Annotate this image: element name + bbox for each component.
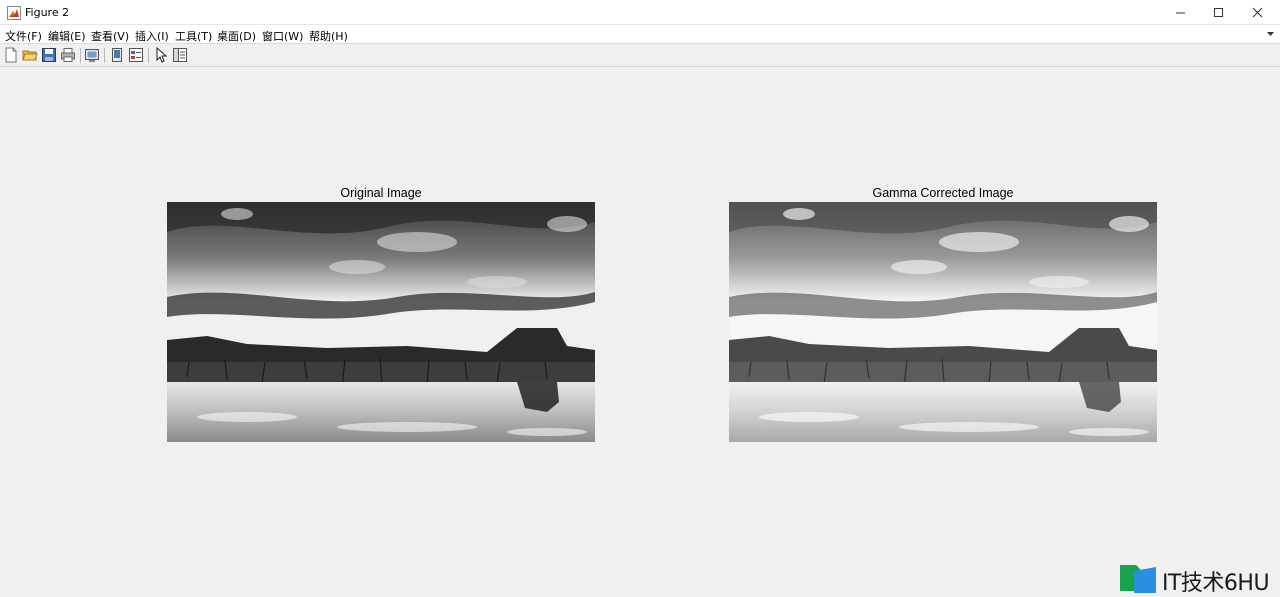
menu-insert[interactable]: 插入(I) [135, 28, 169, 44]
toolbar-separator [80, 48, 81, 63]
insert-legend-icon[interactable] [128, 47, 144, 63]
original-image [167, 202, 595, 442]
menu-file[interactable]: 文件(F) [5, 28, 42, 44]
toolbar-separator [104, 48, 105, 63]
menu-edit[interactable]: 编辑(E) [48, 28, 86, 44]
link-plot-icon[interactable] [109, 47, 125, 63]
toolbar-separator [148, 48, 149, 63]
menu-help[interactable]: 帮助(H) [309, 28, 348, 44]
new-figure-icon[interactable] [3, 47, 19, 63]
original-image-title: Original Image [340, 186, 422, 200]
edit-plot-arrow-icon[interactable] [153, 47, 169, 63]
menu-tools[interactable]: 工具(T) [175, 28, 212, 44]
print-icon[interactable] [60, 47, 76, 63]
maximize-icon [1214, 8, 1223, 17]
watermark-logo-icon [1120, 565, 1156, 593]
property-inspector-icon[interactable] [172, 47, 188, 63]
menu-expand-icon[interactable] [1267, 30, 1274, 37]
print-preview-icon[interactable] [84, 47, 100, 63]
open-file-icon[interactable] [22, 47, 38, 63]
title-bar: Figure 2 [0, 0, 1280, 25]
minimize-icon [1176, 12, 1185, 14]
menu-desktop[interactable]: 桌面(D) [217, 28, 256, 44]
menu-view[interactable]: 查看(V) [91, 28, 129, 44]
close-icon [1252, 7, 1263, 18]
watermark: IT技术6HU [1118, 563, 1278, 596]
save-icon[interactable] [41, 47, 57, 63]
menu-window[interactable]: 窗口(W) [262, 28, 303, 44]
figure-toolbar [0, 44, 1280, 67]
watermark-text: IT技术6HU [1162, 571, 1270, 596]
matlab-app-icon [7, 6, 21, 20]
menu-bar: 文件(F) 编辑(E) 查看(V) 插入(I) 工具(T) 桌面(D) 窗口(W… [0, 25, 1280, 44]
close-button[interactable] [1235, 0, 1280, 25]
window-title: Figure 2 [25, 6, 70, 19]
gamma-corrected-image-title: Gamma Corrected Image [872, 186, 1014, 200]
gamma-corrected-image [729, 202, 1157, 442]
